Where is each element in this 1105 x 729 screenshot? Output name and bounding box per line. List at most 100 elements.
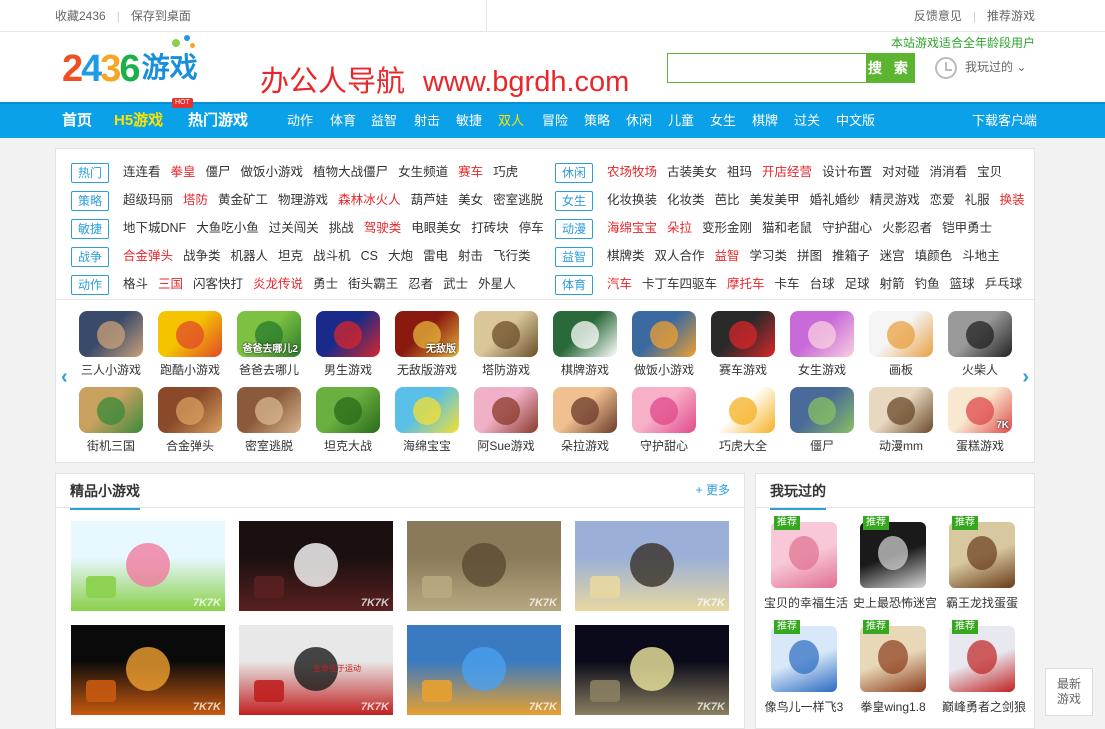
featured-game-thumbnail[interactable]: 7K7K <box>71 521 225 611</box>
category-link[interactable]: 密室逃脱 <box>493 193 543 207</box>
category-link[interactable]: 篮球 <box>950 277 975 291</box>
category-link[interactable]: 摩托车 <box>727 277 765 291</box>
save-desktop-link[interactable]: 保存到桌面 <box>131 9 191 23</box>
category-link[interactable]: 打砖块 <box>471 221 509 235</box>
game-tile[interactable]: 无敌版 无敌版游戏 <box>389 311 465 378</box>
category-link[interactable]: 婚礼婚纱 <box>810 193 860 207</box>
category-link[interactable]: 坦克 <box>278 249 303 263</box>
category-link[interactable]: 格斗 <box>123 277 148 291</box>
played-game-item[interactable]: 推荐 像鸟儿一样飞3 <box>764 620 844 715</box>
game-tile[interactable]: 阿Sue游戏 <box>468 387 544 454</box>
category-link[interactable]: 连连看 <box>123 165 161 179</box>
game-tile[interactable]: 7K 蛋糕游戏 <box>942 387 1018 454</box>
category-link[interactable]: 挑战 <box>329 221 354 235</box>
recommend-link[interactable]: 推荐游戏 <box>987 9 1035 23</box>
played-dropdown[interactable]: 我玩过的 ⌄ <box>935 56 1026 79</box>
game-tile[interactable]: 密室逃脱 <box>231 387 307 454</box>
nav-item[interactable]: 射击 <box>414 104 440 138</box>
category-link[interactable]: 做饭小游戏 <box>241 165 304 179</box>
category-link[interactable]: 古装美女 <box>667 165 717 179</box>
game-tile[interactable]: 动漫mm <box>863 387 939 454</box>
played-game-item[interactable]: 推荐 拳皇wing1.8 <box>853 620 933 715</box>
category-link[interactable]: 开店经营 <box>762 165 812 179</box>
category-link[interactable]: 巧虎 <box>493 165 518 179</box>
category-link[interactable]: 消消看 <box>930 165 968 179</box>
category-link[interactable]: 美发美甲 <box>750 193 800 207</box>
featured-game-thumbnail[interactable]: 7K7K <box>407 521 561 611</box>
played-game-item[interactable]: 推荐 霸王龙找蛋蛋 <box>942 516 1022 611</box>
search-input[interactable] <box>668 54 866 82</box>
category-link[interactable]: 化妆换装 <box>607 193 657 207</box>
category-link[interactable]: 赛车 <box>458 165 483 179</box>
game-tile[interactable]: 爸爸去哪儿2 爸爸去哪儿 <box>231 311 307 378</box>
category-link[interactable]: 学习类 <box>750 249 788 263</box>
game-tile[interactable]: 僵尸 <box>784 387 860 454</box>
featured-game-thumbnail[interactable]: 7K7K <box>575 521 729 611</box>
nav-item[interactable]: 体育 <box>330 104 356 138</box>
category-tag[interactable]: 敏捷 <box>71 218 109 239</box>
category-link[interactable]: 三国 <box>158 277 183 291</box>
nav-item[interactable]: 冒险 <box>542 104 568 138</box>
category-link[interactable]: 迷宫 <box>880 249 905 263</box>
category-link[interactable]: 合金弹头 <box>123 249 173 263</box>
category-link[interactable]: 守护甜心 <box>822 221 872 235</box>
chevron-down-icon[interactable]: ⌄ <box>1017 104 1028 138</box>
category-link[interactable]: 街头霸王 <box>348 277 398 291</box>
category-link[interactable]: 塔防 <box>183 193 208 207</box>
played-game-item[interactable]: 推荐 巅峰勇者之剑狼 <box>942 620 1026 715</box>
category-link[interactable]: 忍者 <box>408 277 433 291</box>
category-link[interactable]: 拼图 <box>797 249 822 263</box>
category-link[interactable]: 宝贝 <box>977 165 1002 179</box>
category-link[interactable]: 电眼美女 <box>411 221 461 235</box>
category-link[interactable]: 停车 <box>519 221 544 235</box>
game-tile[interactable]: 火柴人 <box>942 311 1018 378</box>
category-link[interactable]: 女生频道 <box>398 165 448 179</box>
category-link[interactable]: 武士 <box>443 277 468 291</box>
category-link[interactable]: 森林冰火人 <box>338 193 401 207</box>
category-link[interactable]: 恋爱 <box>930 193 955 207</box>
category-link[interactable]: 汽车 <box>607 277 632 291</box>
chevron-right-icon[interactable]: › <box>1022 366 1029 389</box>
category-link[interactable]: 黄金矿工 <box>218 193 268 207</box>
category-tag[interactable]: 战争 <box>71 246 109 267</box>
game-tile[interactable]: 赛车游戏 <box>705 311 781 378</box>
category-link[interactable]: 植物大战僵尸 <box>313 165 388 179</box>
category-link[interactable]: 射箭 <box>880 277 905 291</box>
category-link[interactable]: 超级玛丽 <box>123 193 173 207</box>
nav-item[interactable]: 女生 <box>710 104 736 138</box>
category-link[interactable]: 大炮 <box>388 249 413 263</box>
category-link[interactable]: 物理游戏 <box>278 193 328 207</box>
game-tile[interactable]: 画板 <box>863 311 939 378</box>
category-link[interactable]: 飞行类 <box>493 249 531 263</box>
category-link[interactable]: 农场牧场 <box>607 165 657 179</box>
category-link[interactable]: 礼服 <box>965 193 990 207</box>
game-tile[interactable]: 做饭小游戏 <box>626 311 702 378</box>
category-tag[interactable]: 热门 <box>71 162 109 183</box>
nav-item[interactable]: 热门游戏 <box>188 104 248 138</box>
nav-item[interactable]: 首页 <box>62 104 92 138</box>
category-link[interactable]: 大鱼吃小鱼 <box>196 221 259 235</box>
category-link[interactable]: 双人合作 <box>655 249 705 263</box>
category-tag[interactable]: 动作 <box>71 274 109 295</box>
nav-item[interactable]: 策略 <box>584 104 610 138</box>
game-tile[interactable]: 合金弹头 <box>152 387 228 454</box>
nav-item[interactable]: 双人 <box>498 104 524 138</box>
category-link[interactable]: 推箱子 <box>832 249 870 263</box>
category-link[interactable]: 益智 <box>715 249 740 263</box>
category-link[interactable]: 铠甲勇士 <box>942 221 992 235</box>
category-tag[interactable]: 女生 <box>555 190 593 211</box>
category-link[interactable]: 僵尸 <box>206 165 231 179</box>
category-link[interactable]: 机器人 <box>231 249 269 263</box>
feedback-link[interactable]: 反馈意见 <box>914 9 962 23</box>
category-link[interactable]: 填颜色 <box>915 249 953 263</box>
nav-item[interactable]: 敏捷 <box>456 104 482 138</box>
nav-item[interactable]: 动作 <box>287 104 313 138</box>
category-link[interactable]: 雷电 <box>423 249 448 263</box>
category-link[interactable]: 设计布置 <box>822 165 872 179</box>
game-tile[interactable]: 街机三国 <box>73 387 149 454</box>
category-link[interactable]: 战争类 <box>183 249 221 263</box>
category-link[interactable]: 过关闯关 <box>269 221 319 235</box>
category-link[interactable]: 火影忍者 <box>882 221 932 235</box>
search-button[interactable]: 搜 索 <box>866 53 914 83</box>
category-link[interactable]: 战斗机 <box>313 249 351 263</box>
